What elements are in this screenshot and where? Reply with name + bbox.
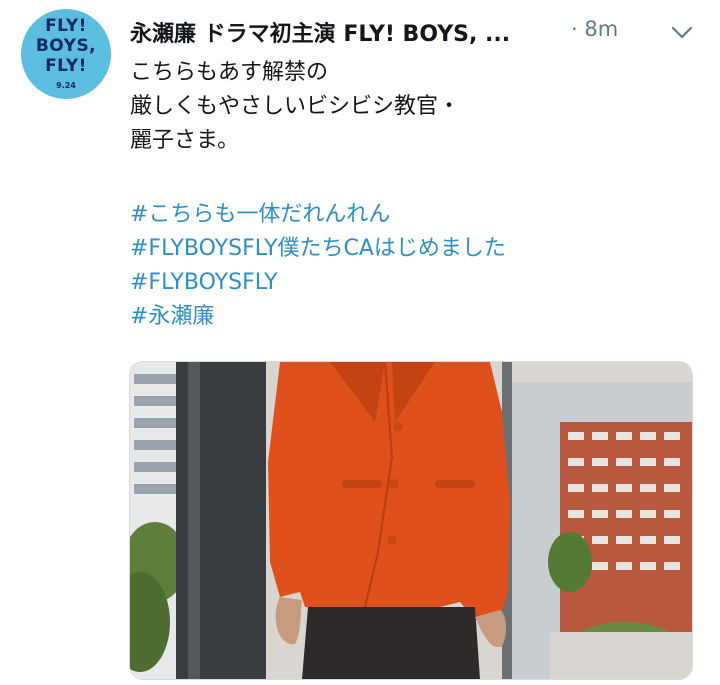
chevron-down-icon[interactable]: [668, 20, 696, 44]
avatar-line-2: BOYS,: [35, 36, 97, 56]
display-name[interactable]: 永瀬廉 ドラマ初主演 FLY! BOYS, ...: [130, 16, 510, 48]
avatar-line-3: FLY!: [45, 56, 87, 76]
hashtag-link[interactable]: #FLYBOYSFLY: [130, 266, 506, 300]
hashtag-link[interactable]: #永瀬廉: [130, 300, 506, 334]
avatar[interactable]: FLY! BOYS, FLY! 9.24: [21, 9, 111, 99]
avatar-line-1: FLY!: [45, 16, 87, 36]
hashtag-link[interactable]: #こちらも一体だれんれん: [130, 198, 506, 232]
timestamp[interactable]: · 8m: [571, 17, 618, 41]
tweet-line: 麗子さま。: [130, 128, 240, 153]
paragraph-break: [130, 158, 506, 198]
tweet-text: こちらもあす解禁の 厳しくもやさしいビシビシ教官・ 麗子さま。 #こちらも一体だ…: [130, 56, 506, 334]
photo-image: [130, 362, 692, 679]
avatar-date: 9.24: [56, 81, 76, 90]
tweet-line: 厳しくもやさしいビシビシ教官・: [130, 94, 461, 119]
avatar-logo: FLY! BOYS, FLY!: [21, 16, 111, 76]
tweet-photo[interactable]: [129, 361, 693, 680]
hashtag-link[interactable]: #FLYBOYSFLY僕たちCAはじめました: [130, 232, 506, 266]
tweet-header: 永瀬廉 ドラマ初主演 FLY! BOYS, ... · 8m: [130, 12, 710, 52]
tweet-line: こちらもあす解禁の: [130, 60, 329, 85]
